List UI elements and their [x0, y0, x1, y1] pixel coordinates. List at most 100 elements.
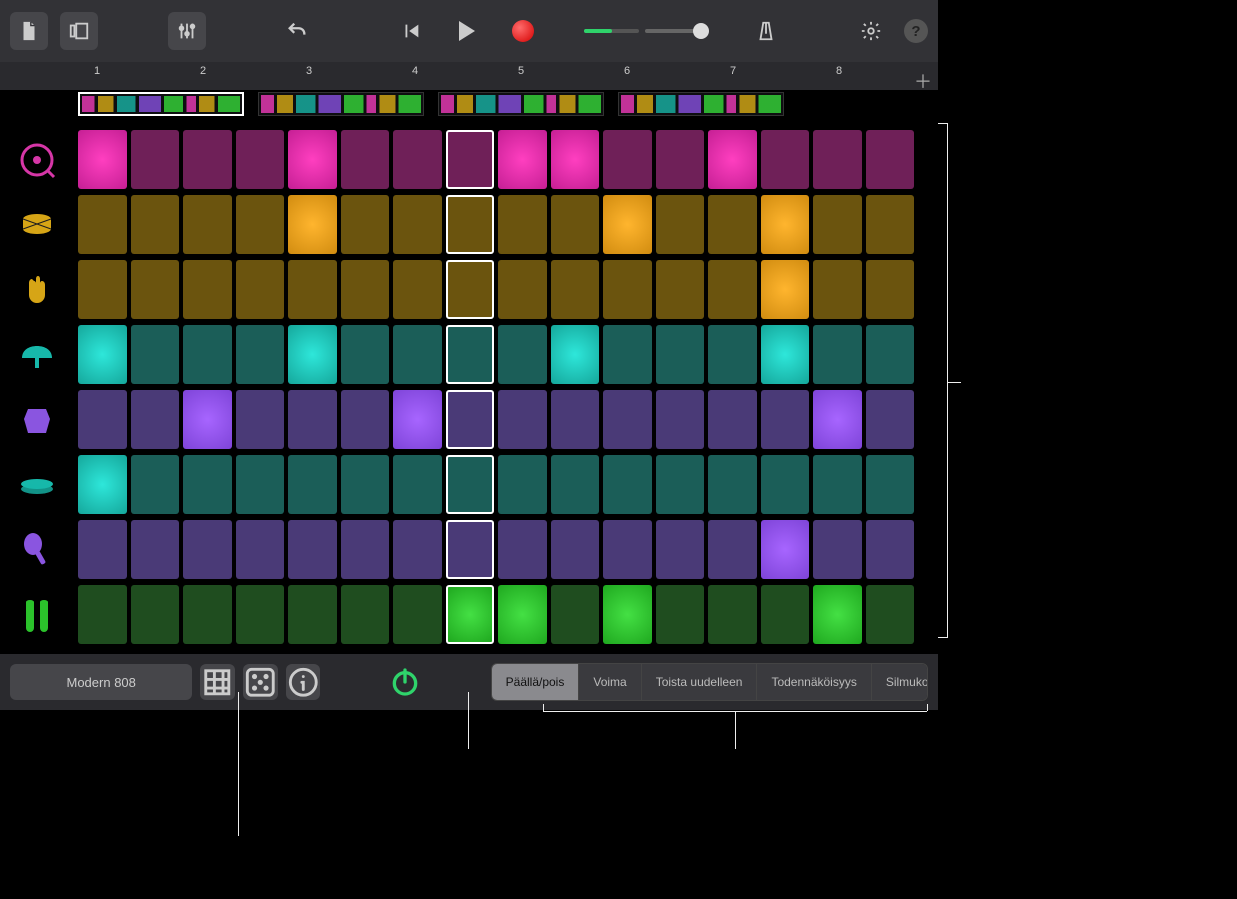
step-cell[interactable]: [656, 325, 705, 384]
step-cell[interactable]: [236, 260, 285, 319]
step-cell[interactable]: [288, 260, 337, 319]
step-cell[interactable]: [603, 585, 652, 644]
step-cell[interactable]: [656, 585, 705, 644]
hi-hat-icon[interactable]: [0, 455, 74, 514]
step-cell[interactable]: [446, 390, 495, 449]
step-cell[interactable]: [446, 585, 495, 644]
step-cell[interactable]: [551, 455, 600, 514]
step-cell[interactable]: [498, 390, 547, 449]
pattern-thumbnail[interactable]: [78, 92, 244, 116]
step-cell[interactable]: [813, 195, 862, 254]
step-cell[interactable]: [236, 130, 285, 189]
step-cell[interactable]: [131, 390, 180, 449]
step-cell[interactable]: [813, 455, 862, 514]
step-cell[interactable]: [183, 325, 232, 384]
step-cell[interactable]: [78, 195, 127, 254]
kick-drum-icon[interactable]: [0, 130, 74, 189]
step-cell[interactable]: [603, 260, 652, 319]
step-cell[interactable]: [708, 455, 757, 514]
step-cell[interactable]: [761, 195, 810, 254]
go-to-start-button[interactable]: [392, 12, 430, 50]
cowbell-icon[interactable]: [0, 390, 74, 449]
step-cell[interactable]: [341, 260, 390, 319]
step-cell[interactable]: [656, 260, 705, 319]
step-cell[interactable]: [866, 130, 915, 189]
step-cell[interactable]: [708, 195, 757, 254]
step-cell[interactable]: [446, 325, 495, 384]
step-cell[interactable]: [656, 455, 705, 514]
step-cell[interactable]: [341, 130, 390, 189]
step-cell[interactable]: [761, 325, 810, 384]
randomize-button[interactable]: [243, 664, 278, 700]
step-cell[interactable]: [761, 260, 810, 319]
step-cell[interactable]: [393, 455, 442, 514]
shaker-icon[interactable]: [0, 520, 74, 579]
step-cell[interactable]: [288, 585, 337, 644]
step-cell[interactable]: [236, 585, 285, 644]
metronome-button[interactable]: [747, 12, 785, 50]
step-cell[interactable]: [78, 325, 127, 384]
clap-icon[interactable]: [0, 260, 74, 319]
step-cell[interactable]: [761, 585, 810, 644]
step-cell[interactable]: [813, 585, 862, 644]
master-volume[interactable]: [584, 29, 705, 33]
undo-button[interactable]: [278, 12, 316, 50]
add-track-button[interactable]: ＋: [914, 68, 932, 94]
step-cell[interactable]: [183, 520, 232, 579]
help-button[interactable]: ?: [904, 19, 928, 43]
step-cell[interactable]: [183, 585, 232, 644]
step-cell[interactable]: [78, 260, 127, 319]
pattern-thumbnail[interactable]: [438, 92, 604, 116]
step-cell[interactable]: [761, 390, 810, 449]
pattern-thumbnail[interactable]: [618, 92, 784, 116]
step-cell[interactable]: [866, 260, 915, 319]
step-cell[interactable]: [446, 130, 495, 189]
step-cell[interactable]: [603, 390, 652, 449]
step-cell[interactable]: [183, 455, 232, 514]
step-cell[interactable]: [656, 520, 705, 579]
step-cell[interactable]: [498, 260, 547, 319]
step-cell[interactable]: [708, 325, 757, 384]
step-cell[interactable]: [551, 130, 600, 189]
step-cell[interactable]: [603, 455, 652, 514]
mode-retrigger[interactable]: Toista uudelleen: [642, 664, 758, 700]
step-cell[interactable]: [183, 260, 232, 319]
step-cell[interactable]: [341, 455, 390, 514]
step-cell[interactable]: [656, 195, 705, 254]
step-cell[interactable]: [393, 325, 442, 384]
step-cell[interactable]: [446, 520, 495, 579]
step-cell[interactable]: [498, 520, 547, 579]
step-cell[interactable]: [78, 455, 127, 514]
step-cell[interactable]: [866, 195, 915, 254]
timeline-ruler[interactable]: 1 2 3 4 5 6 7 8 ＋: [0, 62, 938, 90]
step-cell[interactable]: [761, 520, 810, 579]
step-cell[interactable]: [393, 390, 442, 449]
step-cell[interactable]: [446, 455, 495, 514]
view-tracks-button[interactable]: [60, 12, 98, 50]
conga-icon[interactable]: [0, 585, 74, 644]
step-cell[interactable]: [866, 585, 915, 644]
step-cell[interactable]: [78, 520, 127, 579]
step-cell[interactable]: [866, 325, 915, 384]
mode-loop[interactable]: Silmukoi: [872, 664, 928, 700]
mixer-button[interactable]: [168, 12, 206, 50]
step-cell[interactable]: [603, 195, 652, 254]
step-cell[interactable]: [131, 455, 180, 514]
step-cell[interactable]: [288, 455, 337, 514]
step-cell[interactable]: [446, 195, 495, 254]
step-cell[interactable]: [341, 195, 390, 254]
step-cell[interactable]: [131, 195, 180, 254]
file-button[interactable]: [10, 12, 48, 50]
step-cell[interactable]: [603, 325, 652, 384]
step-cell[interactable]: [393, 195, 442, 254]
step-cell[interactable]: [288, 325, 337, 384]
step-cell[interactable]: [551, 260, 600, 319]
step-cell[interactable]: [236, 325, 285, 384]
step-cell[interactable]: [183, 195, 232, 254]
step-cell[interactable]: [498, 585, 547, 644]
step-cell[interactable]: [183, 390, 232, 449]
step-cell[interactable]: [813, 520, 862, 579]
step-cell[interactable]: [708, 260, 757, 319]
step-cell[interactable]: [656, 390, 705, 449]
preset-selector[interactable]: Modern 808: [10, 664, 192, 700]
